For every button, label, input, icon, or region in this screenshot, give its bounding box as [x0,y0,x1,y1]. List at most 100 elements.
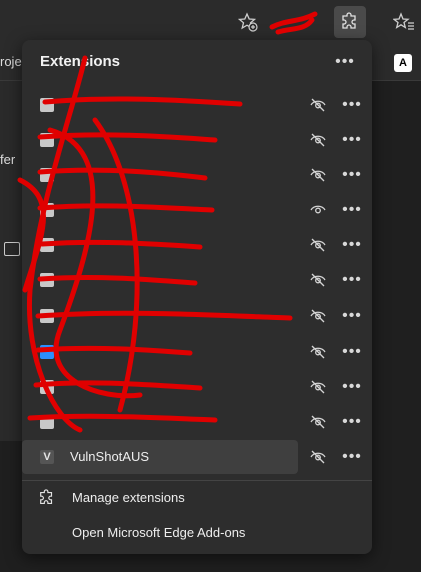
favorites-button[interactable] [388,6,420,38]
hide-from-toolbar-button[interactable] [304,161,332,189]
extension-icon [40,203,54,217]
hide-from-toolbar-button[interactable] [304,408,332,436]
extension-row-tools: ••• [304,161,368,189]
folder-icon [4,242,20,256]
extension-icon [40,273,54,287]
eye-slash-icon [310,345,326,359]
page-behind-panel [0,81,24,441]
extension-icon [40,238,54,252]
more-dots-icon: ••• [342,307,362,324]
extension-more-button[interactable]: ••• [338,126,366,154]
extension-more-button[interactable]: ••• [338,373,366,401]
eye-slash-icon [310,98,326,112]
extension-icon [40,345,54,359]
extension-row[interactable] [22,299,298,333]
manage-extensions-item[interactable]: Manage extensions [22,481,372,515]
extension-row[interactable] [22,158,298,192]
hide-from-toolbar-button[interactable] [304,373,332,401]
more-dots-icon: ••• [342,448,362,465]
extension-more-button[interactable]: ••• [338,266,366,294]
more-dots-icon: ••• [335,53,355,70]
puzzle-icon [342,12,356,29]
browser-toolbar [0,0,421,44]
extension-icon [40,415,54,429]
hide-from-toolbar-button[interactable] [304,91,332,119]
eye-slash-icon [310,309,326,323]
extension-icon [40,380,54,394]
show-in-toolbar-button[interactable] [304,196,332,224]
more-dots-icon: ••• [342,96,362,113]
hide-from-toolbar-button[interactable] [304,231,332,259]
extension-more-button[interactable]: ••• [338,91,366,119]
eye-slash-icon [310,168,326,182]
extension-icon [40,98,54,112]
extension-row-tools: ••• [304,91,368,119]
favorite-item-label[interactable]: roje [0,54,22,69]
more-dots-icon: ••• [342,378,362,395]
more-dots-icon: ••• [342,131,362,148]
extension-row[interactable] [22,405,298,439]
extension-row[interactable] [22,228,298,262]
favorites-icon [393,12,414,30]
extension-row[interactable] [22,370,298,404]
more-dots-icon: ••• [342,413,362,430]
hide-from-toolbar-button[interactable] [304,126,332,154]
eye-slash-icon [310,450,326,464]
extension-row-tools: ••• [304,196,368,224]
extension-icon [40,309,54,323]
extension-row[interactable] [22,263,298,297]
extension-row[interactable] [22,193,298,227]
star-plus-icon [238,12,258,32]
extension-more-button[interactable]: ••• [338,161,366,189]
eye-slash-icon [310,238,326,252]
add-favorite-button[interactable] [232,6,264,38]
open-addons-label: Open Microsoft Edge Add-ons [72,525,246,540]
extension-more-button[interactable]: ••• [338,196,366,224]
eye-icon [310,205,326,214]
extension-row-tools: ••• [304,126,368,154]
eye-slash-icon [310,415,326,429]
more-dots-icon: ••• [342,166,362,183]
extension-icon [40,168,54,182]
gear-icon [40,489,53,504]
more-dots-icon: ••• [342,201,362,218]
extension-row-tools: ••• [304,266,368,294]
more-options-button[interactable]: ••• [331,48,359,76]
extension-more-button[interactable]: ••• [338,302,366,330]
more-dots-icon: ••• [342,236,362,253]
extension-row-tools: ••• [304,443,368,471]
extension-row-tools: ••• [304,373,368,401]
manage-extensions-label: Manage extensions [72,490,185,505]
hide-from-toolbar-button[interactable] [304,443,332,471]
extension-row-tools: ••• [304,231,368,259]
hide-from-toolbar-button[interactable] [304,266,332,294]
hide-from-toolbar-button[interactable] [304,302,332,330]
extension-row-tools: ••• [304,302,368,330]
extension-row[interactable] [22,335,298,369]
extension-row[interactable] [22,88,298,122]
eye-slash-icon [310,273,326,287]
extension-row[interactable]: V VulnShotAUS [22,440,298,474]
page-text-fragment: fer [0,152,16,167]
extensions-button[interactable] [334,6,366,38]
extension-icon: V [40,450,54,464]
extension-row-tools: ••• [304,408,368,436]
extension-more-button[interactable]: ••• [338,338,366,366]
extension-row-tools: ••• [304,338,368,366]
more-dots-icon: ••• [342,271,362,288]
extension-icon [40,133,54,147]
bookmark-icon[interactable]: A [394,54,412,72]
extension-more-button[interactable]: ••• [338,408,366,436]
eye-slash-icon [310,133,326,147]
panel-title: Extensions [40,53,121,70]
hide-from-toolbar-button[interactable] [304,338,332,366]
extensions-panel: Extensions ••• ••• ••• ••• ••• ••• ••• ••• ••• •… [22,40,372,554]
extension-more-button[interactable]: ••• [338,231,366,259]
more-dots-icon: ••• [342,343,362,360]
panel-header: Extensions ••• [22,40,372,84]
extension-more-button[interactable]: ••• [338,443,366,471]
extension-row[interactable] [22,123,298,157]
open-addons-item[interactable]: Open Microsoft Edge Add-ons [22,516,372,550]
extension-name: VulnShotAUS [70,449,150,464]
eye-slash-icon [310,380,326,394]
